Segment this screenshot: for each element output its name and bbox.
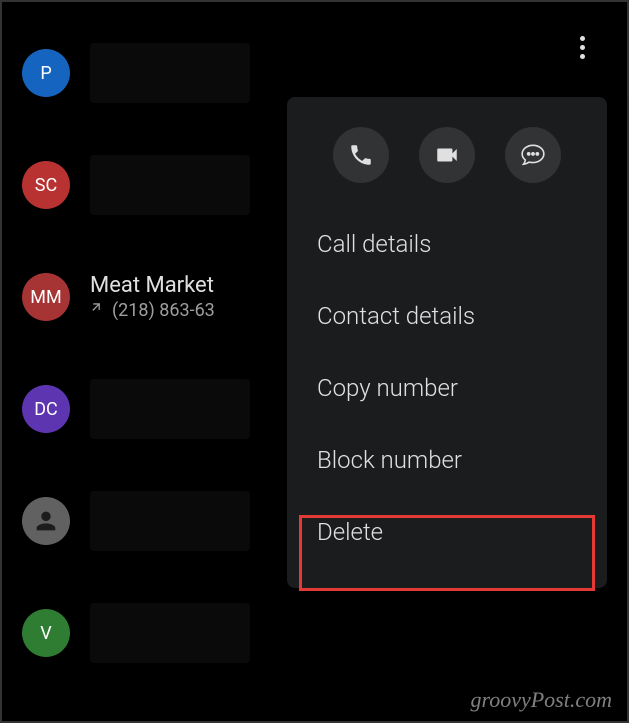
avatar: P	[22, 49, 70, 97]
menu-call-details[interactable]: Call details	[287, 208, 607, 280]
avatar: V	[22, 609, 70, 657]
call-info	[90, 43, 607, 103]
avatar	[22, 497, 70, 545]
menu-contact-details[interactable]: Contact details	[287, 280, 607, 352]
avatar-initials: V	[40, 623, 51, 644]
person-icon	[32, 507, 60, 535]
message-button[interactable]	[505, 127, 561, 183]
call-info	[90, 603, 607, 663]
context-menu: Call details Contact details Copy number…	[287, 97, 607, 588]
menu-block-number[interactable]: Block number	[287, 424, 607, 496]
more-vert-icon	[580, 36, 585, 59]
outgoing-call-icon	[90, 300, 106, 321]
video-button[interactable]	[419, 127, 475, 183]
avatar-initials: SC	[35, 175, 57, 196]
message-icon	[520, 142, 546, 168]
avatar: SC	[22, 161, 70, 209]
avatar: DC	[22, 385, 70, 433]
redacted-text	[90, 379, 250, 439]
avatar-initials: DC	[34, 399, 58, 420]
redacted-text	[90, 491, 250, 551]
watermark: groovyPost.com	[470, 687, 612, 713]
menu-delete[interactable]: Delete	[287, 496, 607, 568]
avatar-initials: MM	[30, 287, 61, 308]
redacted-text	[90, 155, 250, 215]
redacted-text	[90, 43, 250, 103]
quick-actions	[287, 117, 607, 208]
more-options-button[interactable]	[562, 27, 602, 67]
call-item[interactable]: V	[2, 577, 627, 689]
avatar-initials: P	[40, 63, 51, 84]
video-icon	[434, 142, 460, 168]
menu-copy-number[interactable]: Copy number	[287, 352, 607, 424]
call-button[interactable]	[333, 127, 389, 183]
redacted-text	[90, 603, 250, 663]
phone-number: (218) 863-63	[112, 300, 215, 321]
phone-icon	[348, 142, 374, 168]
avatar: MM	[22, 273, 70, 321]
